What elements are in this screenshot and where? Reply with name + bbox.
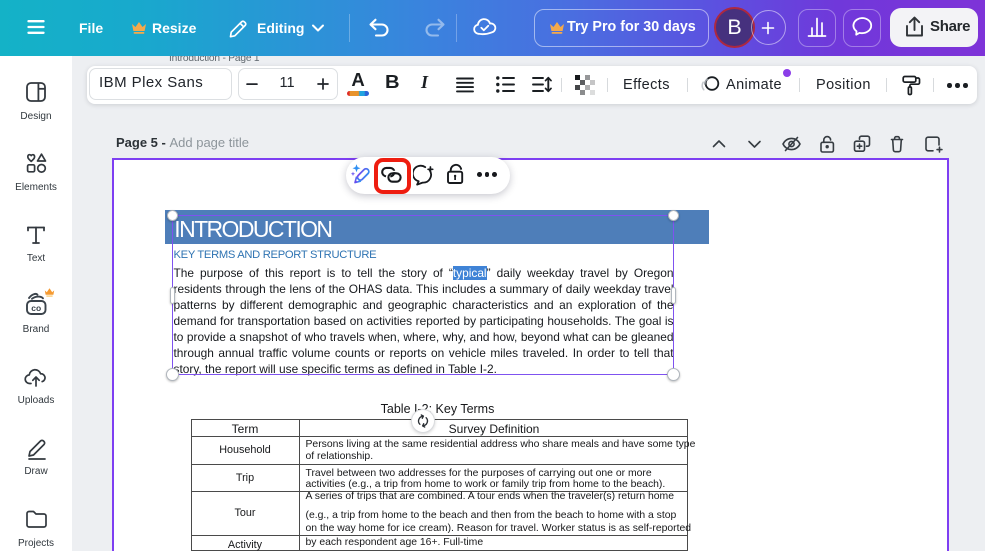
svg-text:co: co — [31, 303, 41, 313]
